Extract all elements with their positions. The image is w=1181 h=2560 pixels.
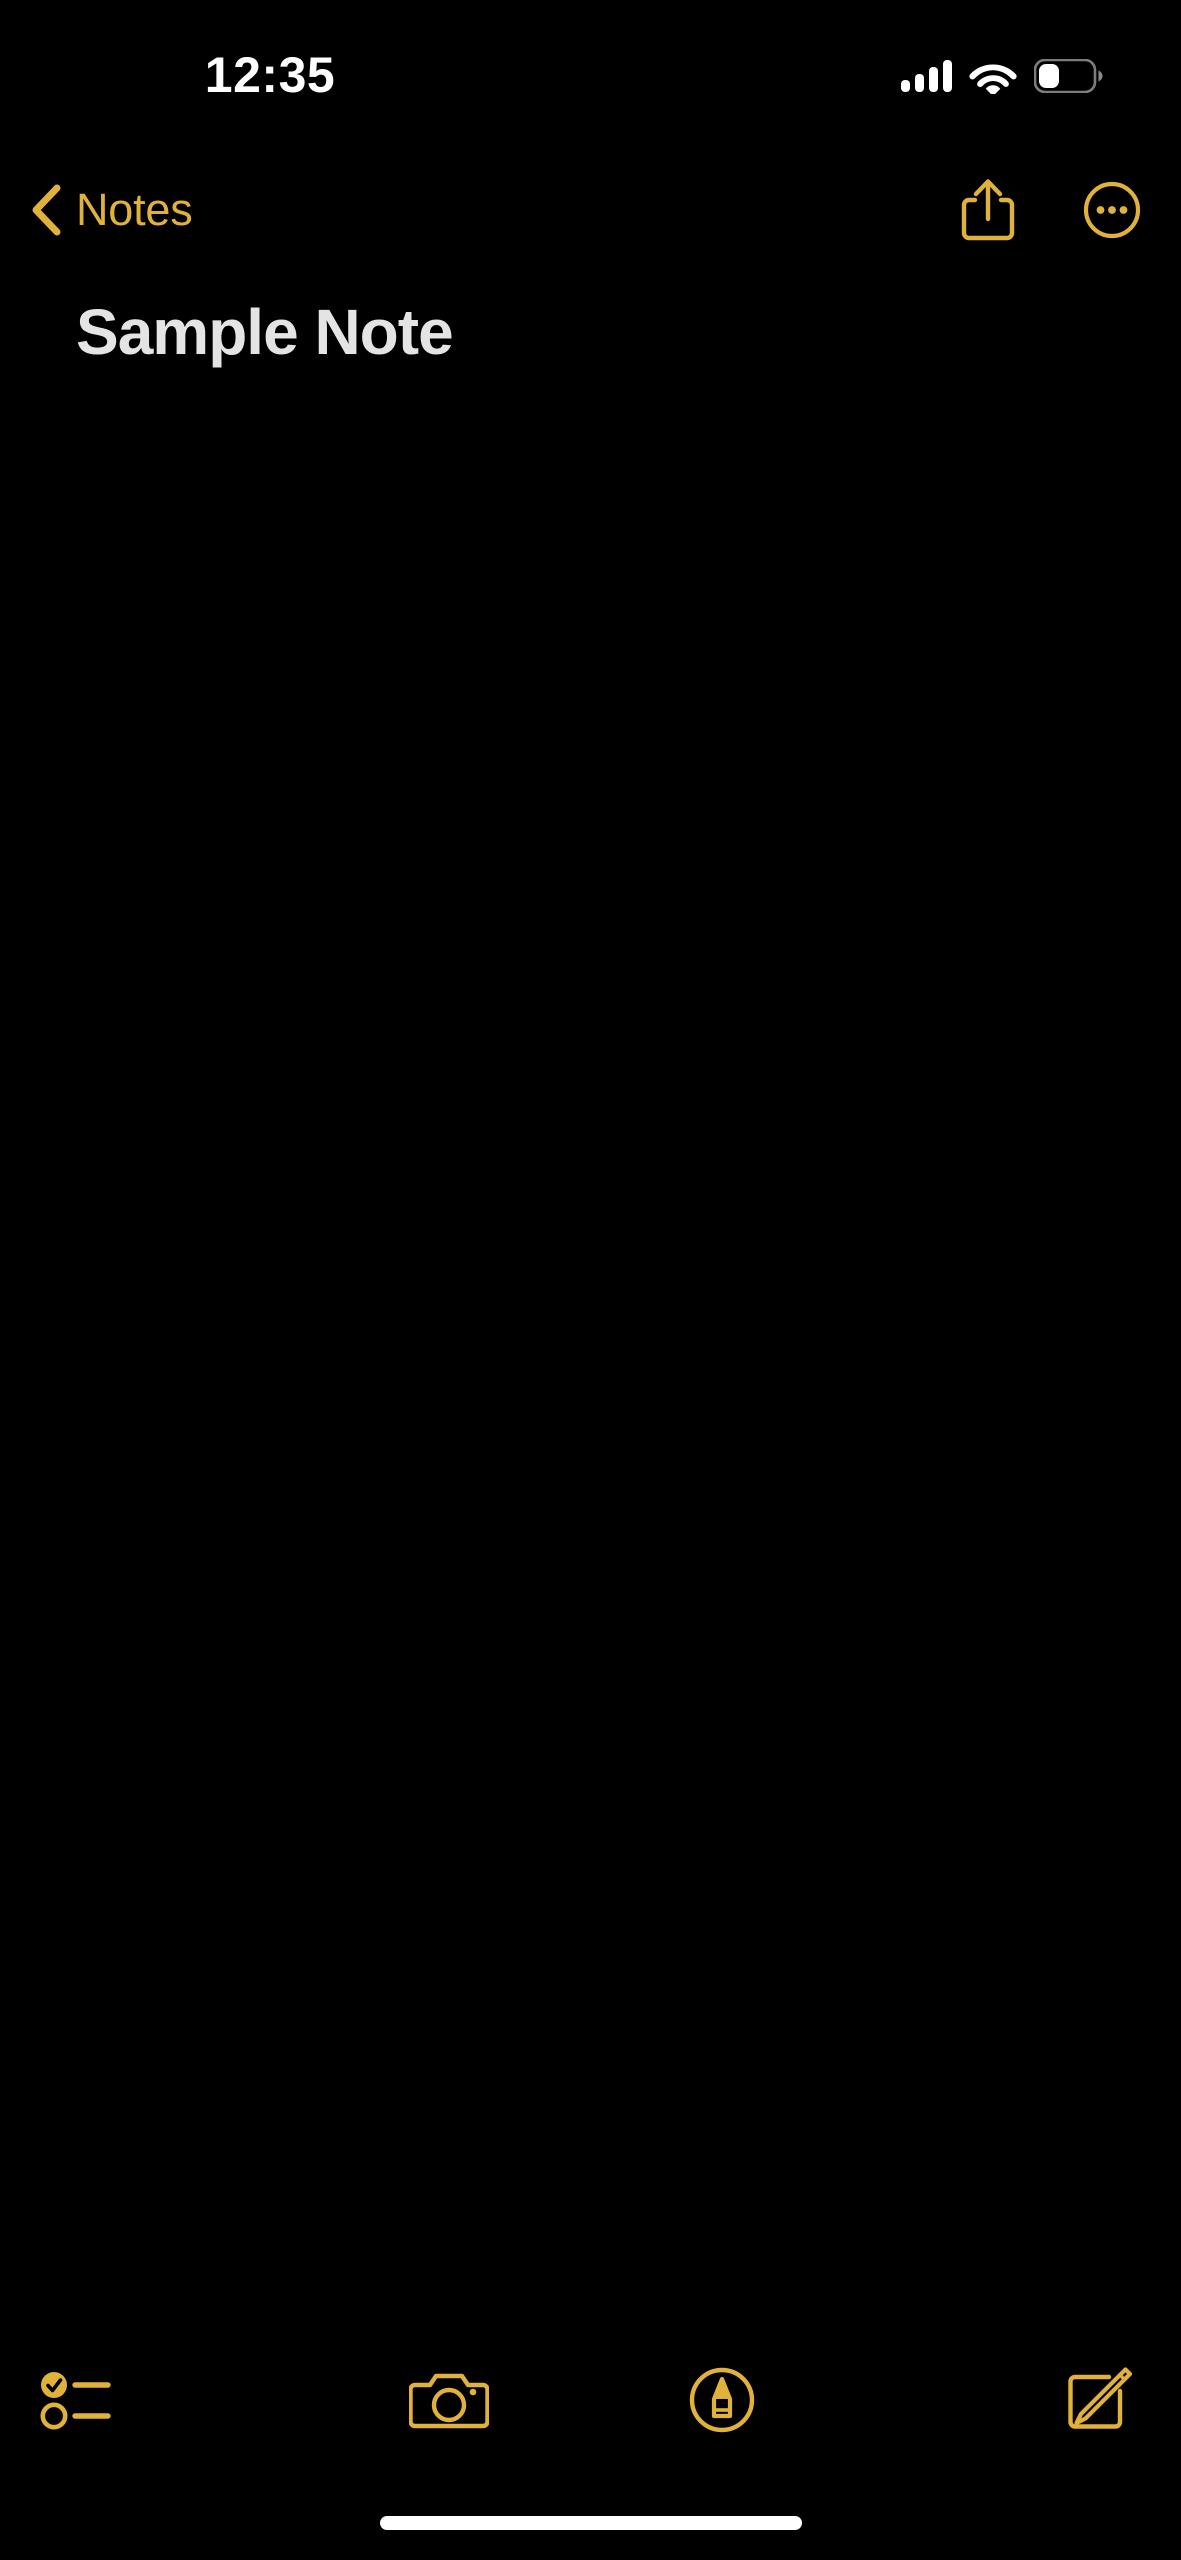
back-to-notes-button[interactable]: Notes bbox=[30, 160, 205, 260]
wifi-icon bbox=[969, 64, 1017, 94]
battery-icon bbox=[1034, 59, 1103, 93]
status-bar-indicators bbox=[901, 52, 1103, 100]
compose-button[interactable] bbox=[859, 2352, 1181, 2448]
markup-button[interactable] bbox=[586, 2352, 860, 2448]
navigation-bar: Notes bbox=[0, 160, 1181, 260]
checklist-icon bbox=[40, 2372, 111, 2430]
notes-app-screen: 12:35 Notes Sample Note bbox=[0, 0, 1181, 2560]
checklist-button[interactable] bbox=[0, 2352, 312, 2448]
chevron-left-icon bbox=[32, 184, 61, 236]
compose-icon bbox=[1068, 2367, 1133, 2429]
more-options-button[interactable] bbox=[1081, 175, 1143, 245]
share-button[interactable] bbox=[957, 175, 1019, 245]
share-icon bbox=[961, 179, 1015, 241]
note-toolbar bbox=[0, 2352, 1181, 2448]
status-bar-time: 12:35 bbox=[204, 47, 336, 103]
more-circle-icon bbox=[1083, 181, 1141, 239]
back-button-label: Notes bbox=[76, 184, 193, 235]
note-editor[interactable]: Sample Note bbox=[0, 270, 1181, 2370]
nav-bar-actions bbox=[957, 160, 1143, 260]
note-title[interactable]: Sample Note bbox=[76, 294, 1111, 370]
cellular-signal-icon bbox=[901, 60, 952, 92]
camera-icon bbox=[408, 2373, 489, 2429]
camera-button[interactable] bbox=[312, 2352, 586, 2448]
markup-pen-icon bbox=[690, 2367, 755, 2433]
status-bar: 12:35 bbox=[0, 0, 1181, 120]
home-indicator[interactable] bbox=[379, 2516, 802, 2530]
